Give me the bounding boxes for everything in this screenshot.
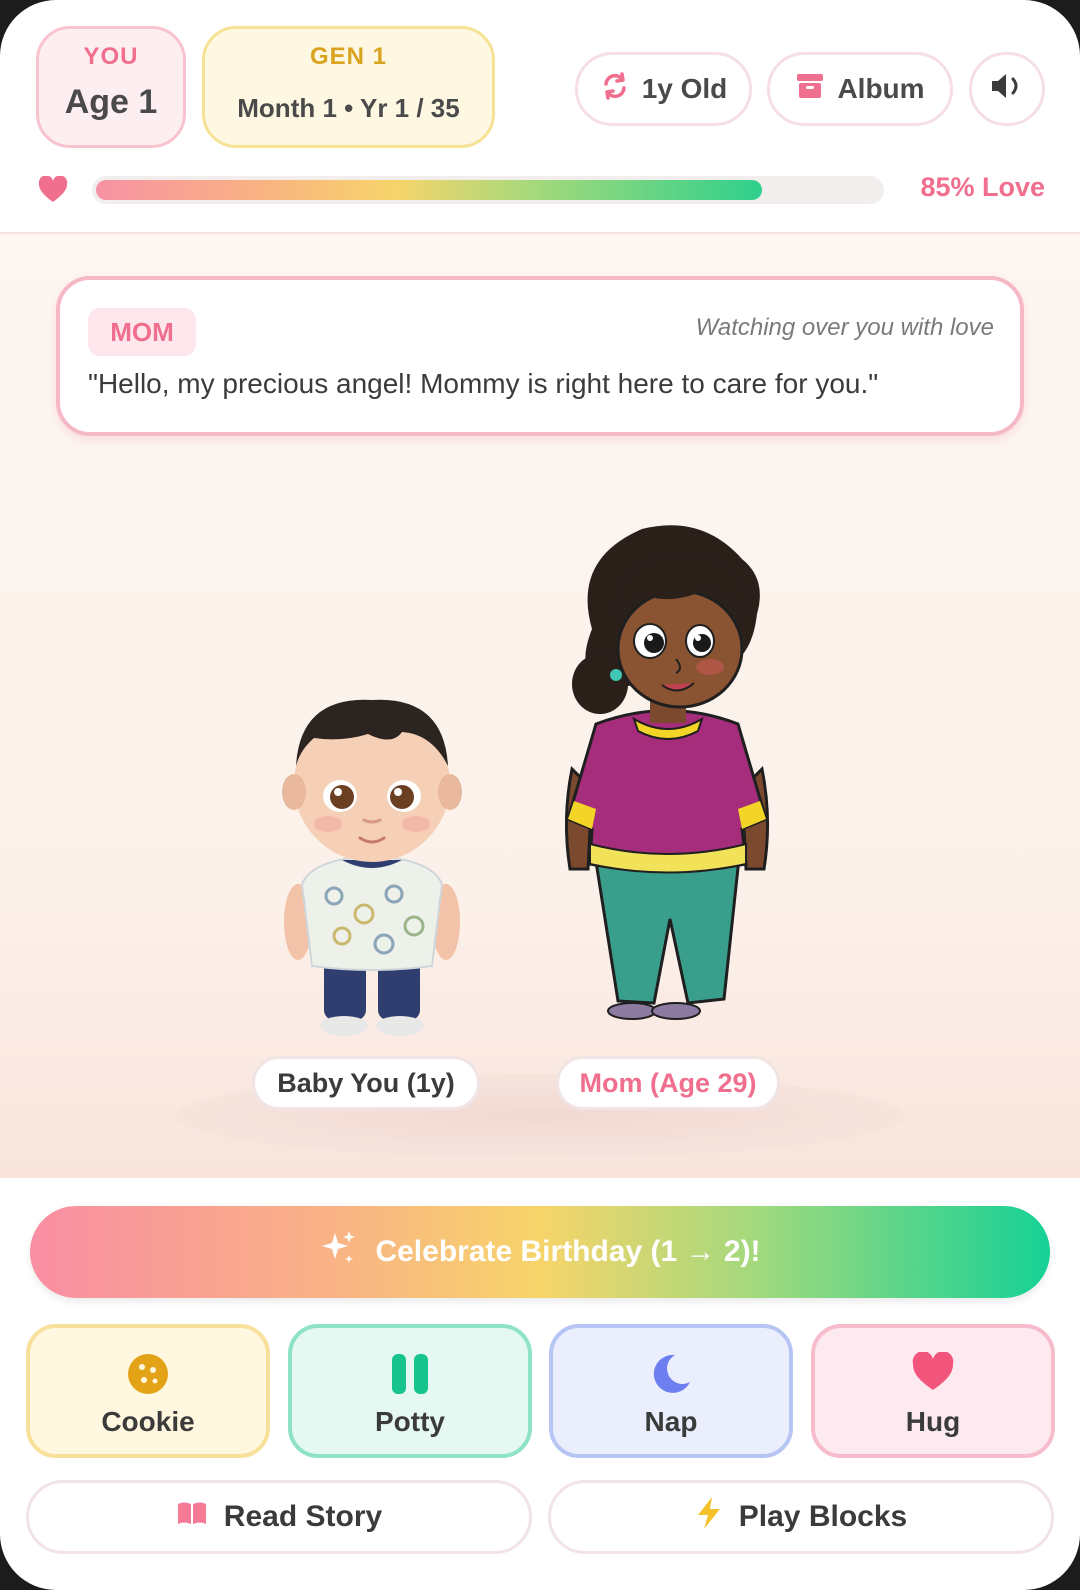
archive-icon [795,72,825,107]
read-story-button[interactable]: Read Story [26,1480,532,1554]
read-story-label: Read Story [223,1500,383,1533]
lightning-icon [695,1496,723,1538]
generation-progress: Month 1 • Yr 1 / 35 [237,93,460,123]
hug-button[interactable]: Hug [811,1324,1055,1458]
you-label: YOU [83,43,139,70]
potty-label: Potty [375,1406,445,1437]
app-screen: YOU Age 1 GEN 1 Month 1 • Yr 1 / 35 1y O… [0,0,1080,1590]
speech-bubble: MOM Watching over you with love "Hello, … [56,276,1024,436]
book-icon [176,1500,208,1534]
mom-character[interactable] [552,519,782,1039]
you-age-value: Age 1 [64,83,158,121]
mom-name-label: Mom (Age 29) [556,1056,780,1110]
cookie-label: Cookie [101,1406,195,1437]
generation-chip: GEN 1 Month 1 • Yr 1 / 35 [202,26,495,148]
love-bar-track [92,176,884,204]
speech-subtitle: Watching over you with love [695,314,994,341]
speaker-tag: MOM [88,308,196,356]
generation-label: GEN 1 [309,43,388,70]
hug-label: Hug [905,1406,961,1437]
baby-character[interactable] [272,674,472,1044]
potty-icon [292,1352,528,1396]
celebrate-birthday-button[interactable]: Celebrate Birthday (1 → 2)! [30,1206,1050,1298]
play-blocks-label: Play Blocks [738,1500,908,1533]
cookie-icon [30,1352,266,1396]
potty-button[interactable]: Potty [288,1324,532,1458]
love-meter: 85% Love [0,170,1080,210]
sound-button[interactable] [969,52,1045,126]
celebrate-label: Celebrate Birthday (1 → 2)! [375,1235,761,1268]
album-button[interactable]: Album [767,52,953,126]
speech-text: "Hello, my precious angel! Mommy is righ… [88,368,879,399]
heart-icon [38,175,68,209]
love-percent-label: 85% Love [920,172,1045,202]
you-age-chip: YOU Age 1 [36,26,186,148]
moon-icon [553,1352,789,1396]
sparkles-icon [319,1229,357,1275]
love-bar-fill [96,180,762,200]
baby-name-label: Baby You (1y) [252,1056,480,1110]
scene-area: MOM Watching over you with love "Hello, … [0,232,1080,1178]
nap-button[interactable]: Nap [549,1324,793,1458]
album-label: Album [837,73,925,104]
refresh-icon [600,71,630,108]
heart-icon [815,1352,1051,1396]
age-switch-label: 1y Old [641,73,728,104]
age-switch-button[interactable]: 1y Old [575,52,752,126]
speaker-icon [989,71,1025,108]
play-blocks-button[interactable]: Play Blocks [548,1480,1054,1554]
cookie-button[interactable]: Cookie [26,1324,270,1458]
nap-label: Nap [644,1406,698,1437]
